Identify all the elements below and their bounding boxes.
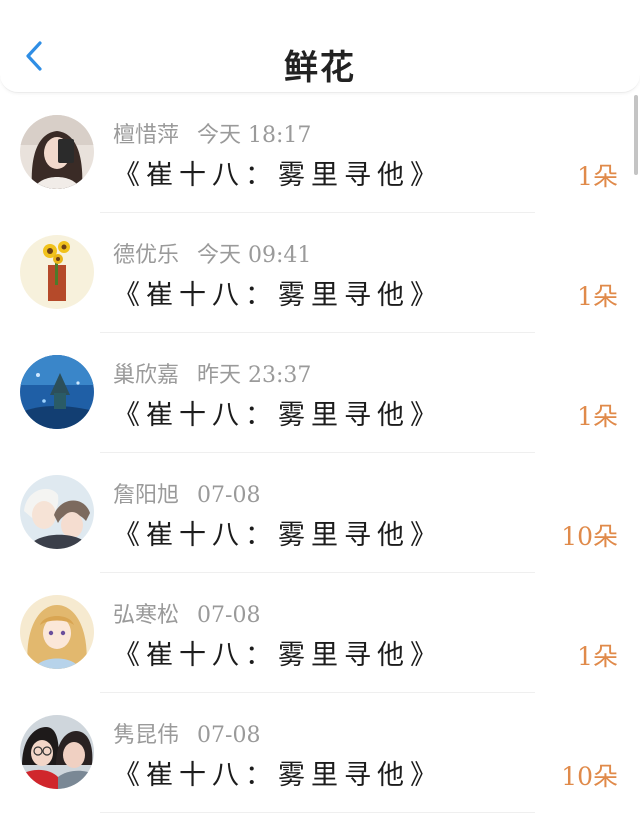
flower-amount: 10朵 bbox=[561, 762, 618, 791]
sender-info: 詹阳旭 07-08 bbox=[113, 477, 260, 509]
sender-info: 德优乐 今天 09:41 bbox=[113, 237, 311, 269]
flower-amount: 1朵 bbox=[577, 402, 618, 431]
sender-name: 隽昆伟 bbox=[113, 723, 180, 748]
sender-name: 詹阳旭 bbox=[113, 483, 180, 508]
sent-time: 昨天 23:37 bbox=[197, 363, 312, 388]
sender-name: 弘寒松 bbox=[113, 603, 180, 628]
list-item[interactable]: 隽昆伟 07-08 《崔十八：雾里寻他》 10朵 bbox=[0, 693, 640, 813]
user-avatar[interactable] bbox=[20, 355, 94, 429]
flower-amount: 10朵 bbox=[561, 522, 618, 551]
user-avatar[interactable] bbox=[20, 235, 94, 309]
sender-info: 檀惜萍 今天 18:17 bbox=[113, 117, 311, 149]
sent-time: 07-08 bbox=[197, 483, 261, 508]
top-bar: 鲜花 bbox=[0, 0, 640, 93]
list-item[interactable]: 檀惜萍 今天 18:17 《崔十八：雾里寻他》 1朵 bbox=[0, 93, 640, 213]
book-title: 《崔十八：雾里寻他》 bbox=[113, 280, 443, 311]
book-title: 《崔十八：雾里寻他》 bbox=[113, 160, 443, 191]
sender-name: 德优乐 bbox=[113, 243, 180, 268]
flower-amount: 1朵 bbox=[577, 282, 618, 311]
sender-info: 巢欣嘉 昨天 23:37 bbox=[113, 357, 311, 389]
book-title: 《崔十八：雾里寻他》 bbox=[113, 520, 443, 551]
list-item[interactable]: 德优乐 今天 09:41 《崔十八：雾里寻他》 1朵 bbox=[0, 213, 640, 333]
flower-list: 檀惜萍 今天 18:17 《崔十八：雾里寻他》 1朵 德优乐 今天 09:41 《崔… bbox=[0, 93, 640, 813]
book-title: 《崔十八：雾里寻他》 bbox=[113, 640, 443, 671]
user-avatar[interactable] bbox=[20, 475, 94, 549]
flower-amount: 1朵 bbox=[577, 642, 618, 671]
user-avatar[interactable] bbox=[20, 115, 94, 189]
flower-amount: 1朵 bbox=[577, 162, 618, 191]
sent-time: 07-08 bbox=[197, 723, 261, 748]
sent-time: 今天 18:17 bbox=[197, 123, 312, 148]
page-title: 鲜花 bbox=[284, 48, 356, 88]
book-title: 《崔十八：雾里寻他》 bbox=[113, 760, 443, 791]
list-item[interactable]: 弘寒松 07-08 《崔十八：雾里寻他》 1朵 bbox=[0, 573, 640, 693]
list-item[interactable]: 巢欣嘉 昨天 23:37 《崔十八：雾里寻他》 1朵 bbox=[0, 333, 640, 453]
user-avatar[interactable] bbox=[20, 715, 94, 789]
sent-time: 今天 09:41 bbox=[197, 243, 312, 268]
sender-name: 檀惜萍 bbox=[113, 123, 180, 148]
book-title: 《崔十八：雾里寻他》 bbox=[113, 400, 443, 431]
row-divider bbox=[100, 812, 535, 813]
user-avatar[interactable] bbox=[20, 595, 94, 669]
sender-info: 弘寒松 07-08 bbox=[113, 597, 260, 629]
scrollbar[interactable] bbox=[634, 95, 638, 175]
sender-info: 隽昆伟 07-08 bbox=[113, 717, 260, 749]
sent-time: 07-08 bbox=[197, 603, 261, 628]
sender-name: 巢欣嘉 bbox=[113, 363, 180, 388]
list-item[interactable]: 詹阳旭 07-08 《崔十八：雾里寻他》 10朵 bbox=[0, 453, 640, 573]
